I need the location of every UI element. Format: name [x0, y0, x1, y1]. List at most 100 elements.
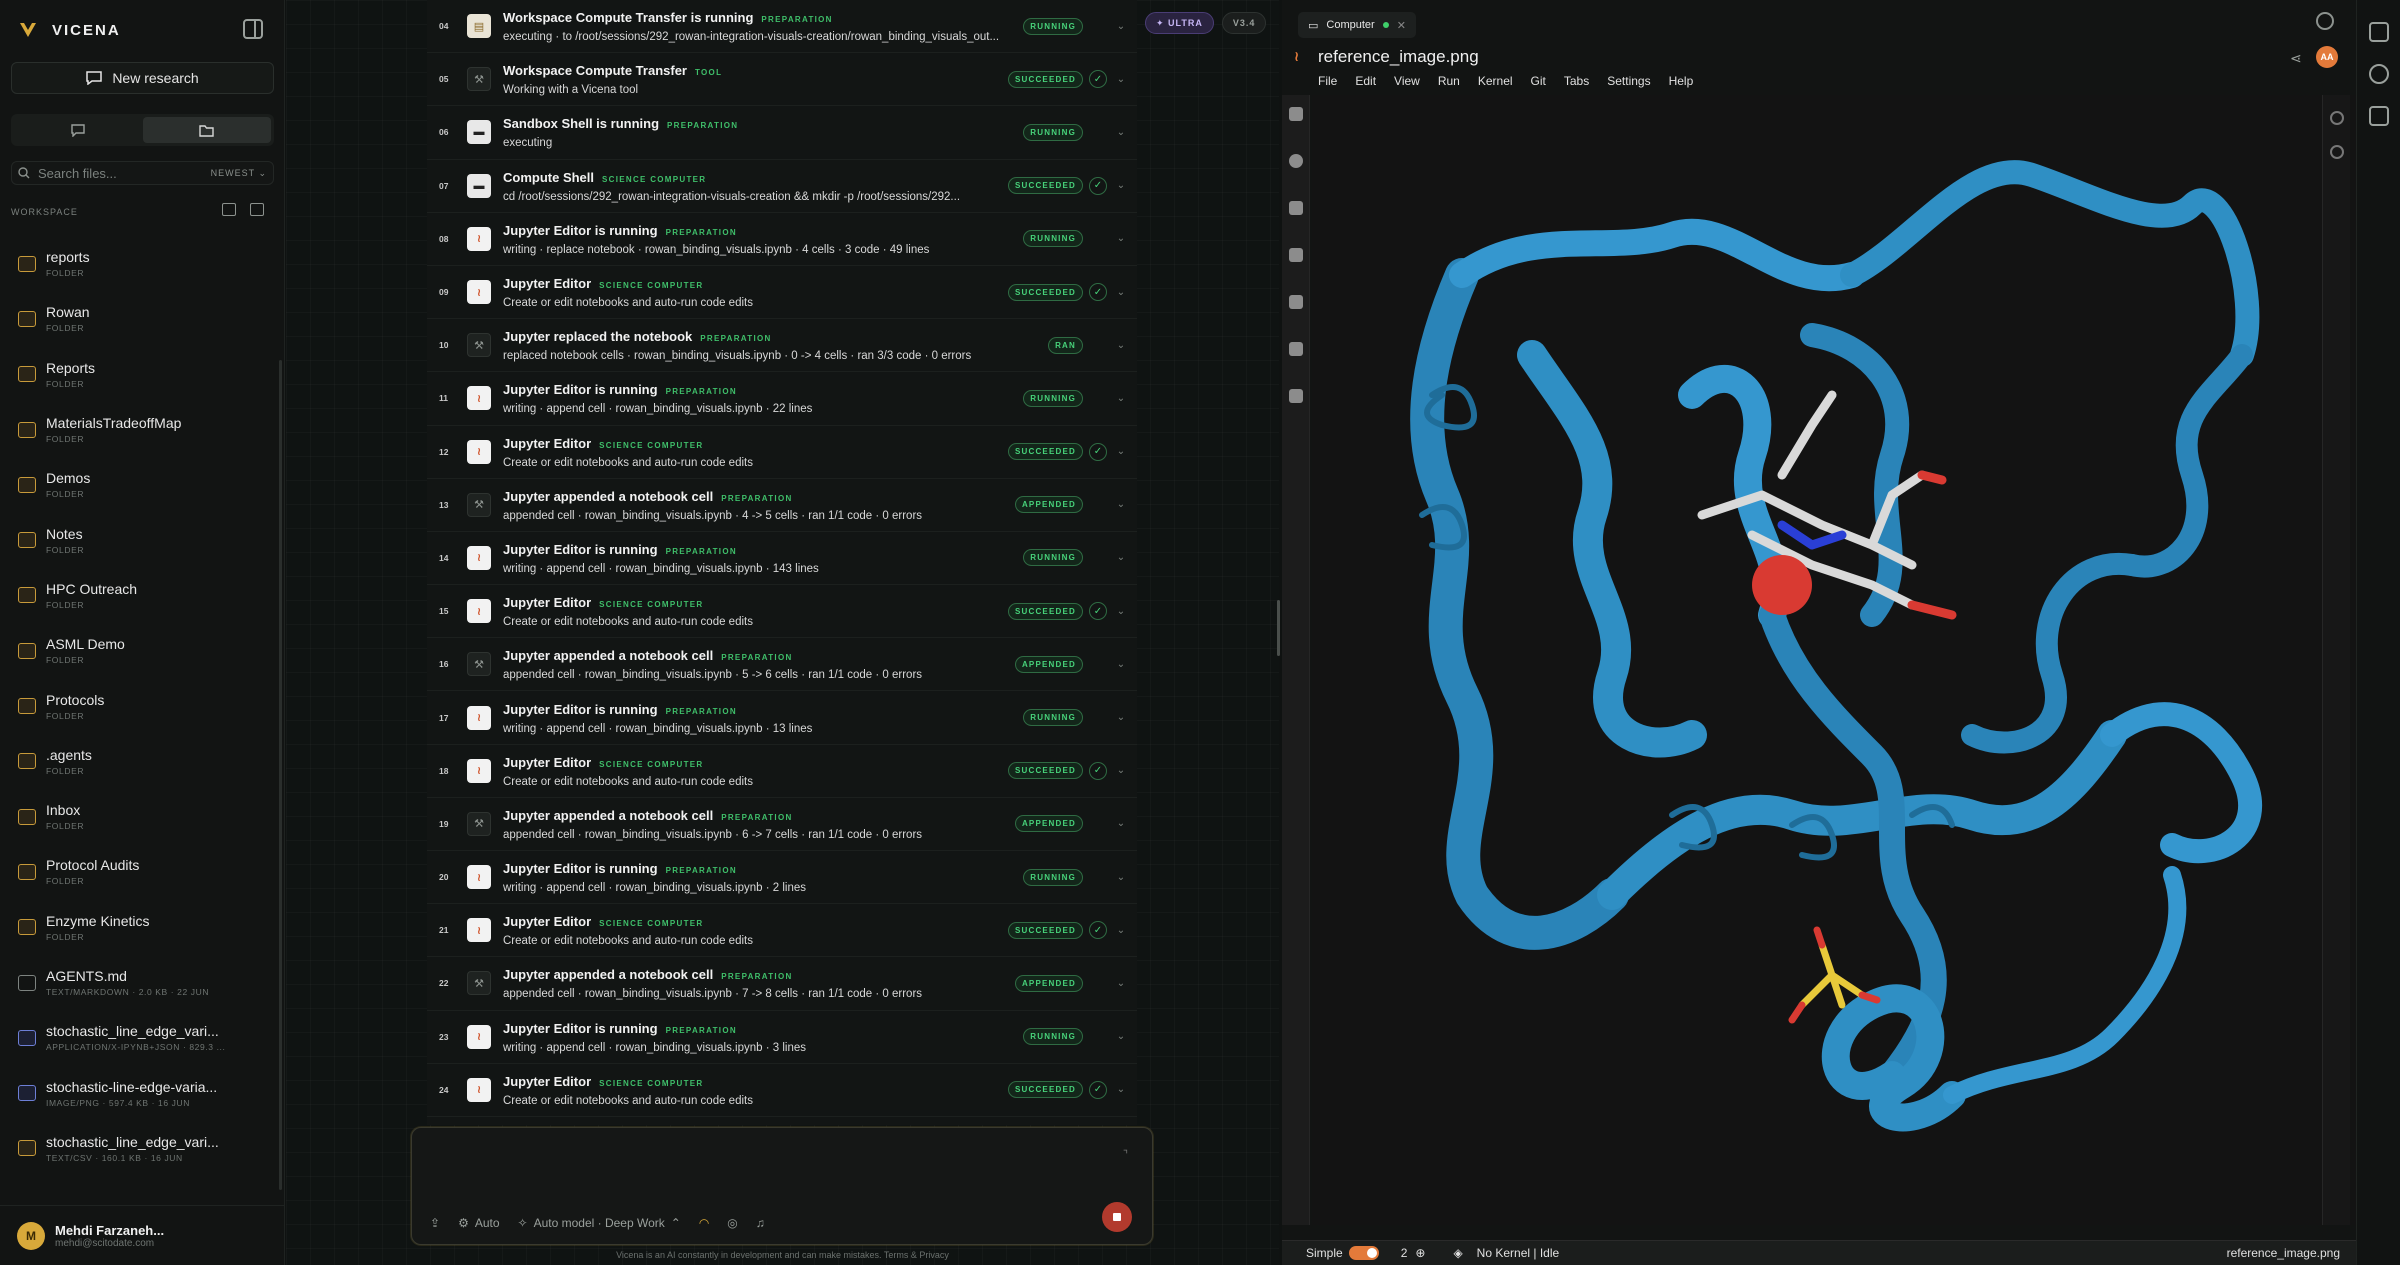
sort-dropdown[interactable]: NEWEST ⌄	[211, 168, 267, 179]
step-row[interactable]: 04 ▤ Workspace Compute Transfer is running…	[427, 0, 1137, 54]
bell-button[interactable]: ♫	[756, 1216, 765, 1230]
file-item[interactable]: reports FOLDER	[0, 236, 280, 291]
property-inspector-icon[interactable]	[2329, 111, 2344, 125]
chevron-down-icon[interactable]: ⌄	[1115, 446, 1127, 457]
power-icon[interactable]	[2316, 12, 2334, 30]
step-row[interactable]: 11 ≀ Jupyter Editor is running PREPARATION w…	[427, 372, 1137, 426]
ultra-badge[interactable]: ✦ ULTRA	[1145, 12, 1214, 34]
toc-icon[interactable]	[1288, 295, 1303, 309]
search-input[interactable]: Search files...	[38, 166, 117, 181]
file-item[interactable]: Enzyme Kinetics FOLDER	[0, 900, 280, 955]
collaborator-avatar[interactable]: AA	[2316, 46, 2338, 68]
new-folder-icon[interactable]	[222, 203, 236, 216]
step-row[interactable]: 12 ≀ Jupyter Editor SCIENCE COMPUTER Create …	[427, 426, 1137, 479]
chevron-down-icon[interactable]: ⌄	[1115, 74, 1127, 85]
step-row[interactable]: 14 ≀ Jupyter Editor is running PREPARATION w…	[427, 532, 1137, 586]
panel-toggle-icon[interactable]	[2368, 22, 2389, 42]
git-icon[interactable]	[1288, 201, 1303, 215]
chevron-down-icon[interactable]: ⌄	[1115, 499, 1127, 510]
chevron-down-icon[interactable]: ⌄	[1115, 287, 1127, 298]
file-item[interactable]: Rowan FOLDER	[0, 291, 280, 346]
step-row[interactable]: 06 ▬ Sandbox Shell is running PREPARATION ex…	[427, 106, 1137, 160]
step-row[interactable]: 05 ⚒ Workspace Compute Transfer TOOL Working…	[427, 53, 1137, 107]
step-row[interactable]: 22 ⚒ Jupyter appended a notebook cell PREPA…	[427, 957, 1137, 1011]
attach-button[interactable]: ⇪	[430, 1216, 440, 1230]
new-research-button[interactable]: New research	[11, 62, 274, 94]
settings-icon[interactable]	[2368, 64, 2389, 84]
file-item[interactable]: AGENTS.md TEXT/MARKDOWN · 2.0 KB · 22 JUN	[0, 955, 280, 1010]
chevron-down-icon[interactable]: ⌄	[1115, 765, 1127, 776]
user-profile[interactable]: M Mehdi Farzaneh... mehdi@scitodate.com	[0, 1205, 285, 1265]
chat-icon[interactable]	[1288, 389, 1303, 403]
step-row[interactable]: 15 ≀ Jupyter Editor SCIENCE COMPUTER Create …	[427, 585, 1137, 639]
step-row[interactable]: 16 ⚒ Jupyter appended a notebook cell PREPA…	[427, 638, 1137, 692]
step-row[interactable]: 08 ≀ Jupyter Editor is running PREPARATION w…	[427, 213, 1137, 266]
expand-icon[interactable]: ⌝	[1123, 1148, 1128, 1161]
chevron-down-icon[interactable]: ⌄	[1115, 606, 1127, 617]
running-icon[interactable]	[1288, 154, 1303, 168]
chevron-down-icon[interactable]: ⌄	[1115, 21, 1127, 32]
kernel-status[interactable]: No Kernel | Idle	[1477, 1246, 1560, 1260]
step-row[interactable]: 19 ⚒ Jupyter appended a notebook cell PREPA…	[427, 798, 1137, 851]
chevron-down-icon[interactable]: ⌄	[1115, 1084, 1127, 1095]
tab-chats[interactable]	[14, 117, 143, 143]
share-icon[interactable]: ⋖	[2290, 50, 2302, 67]
message-composer[interactable]: ⌝ ⇪ ⚙ Auto ✧ Auto model · Deep Work ⌃ ◠ ◎ ♫	[411, 1127, 1153, 1245]
file-item[interactable]: Protocol Audits FOLDER	[0, 844, 280, 899]
menu-item[interactable]: Git	[1531, 74, 1546, 88]
menu-item[interactable]: View	[1394, 74, 1420, 88]
stop-button[interactable]	[1102, 1202, 1132, 1232]
step-row[interactable]: 09 ≀ Jupyter Editor SCIENCE COMPUTER Create …	[427, 266, 1137, 320]
file-item[interactable]: stochastic-line-edge-varia... IMAGE/PNG ·…	[0, 1065, 280, 1120]
terminal-count[interactable]: 2	[1401, 1246, 1408, 1260]
file-search[interactable]: Search files... NEWEST ⌄	[11, 161, 274, 185]
simple-mode-toggle[interactable]	[1348, 1246, 1379, 1260]
brand[interactable]: VICENA	[18, 18, 121, 42]
chevron-down-icon[interactable]: ⌄	[1115, 340, 1127, 351]
step-row[interactable]: 13 ⚒ Jupyter appended a notebook cell PREPA…	[427, 479, 1137, 532]
file-item[interactable]: MaterialsTradeoffMap FOLDER	[0, 402, 280, 457]
file-item[interactable]: stochastic_line_edge_vari... TEXT/CSV · 1…	[0, 1121, 280, 1176]
chevron-down-icon[interactable]: ⌄	[1115, 712, 1127, 723]
menu-item[interactable]: Tabs	[1564, 74, 1589, 88]
model-selector[interactable]: ✧ Auto model · Deep Work ⌃	[518, 1216, 681, 1230]
computer-icon[interactable]	[2368, 106, 2389, 126]
file-item[interactable]: Reports FOLDER	[0, 347, 280, 402]
menu-item[interactable]: Run	[1438, 74, 1460, 88]
file-item[interactable]: Demos FOLDER	[0, 457, 280, 512]
panel-resize-handle[interactable]	[1277, 600, 1280, 656]
menu-item[interactable]: Edit	[1355, 74, 1376, 88]
file-item[interactable]: .agents FOLDER	[0, 734, 280, 789]
step-row[interactable]: 21 ≀ Jupyter Editor SCIENCE COMPUTER Create …	[427, 904, 1137, 958]
chevron-down-icon[interactable]: ⌄	[1115, 393, 1127, 404]
sidebar-scrollbar[interactable]	[279, 360, 282, 1190]
chevron-down-icon[interactable]: ⌄	[1115, 978, 1127, 989]
compass-button[interactable]: ◎	[727, 1216, 737, 1230]
version-badge[interactable]: V3.4	[1221, 12, 1267, 34]
chevron-down-icon[interactable]: ⌄	[1115, 925, 1127, 936]
menu-item[interactable]: Settings	[1607, 74, 1650, 88]
step-row[interactable]: 23 ≀ Jupyter Editor is running PREPARATION w…	[427, 1011, 1137, 1064]
step-row[interactable]: 18 ≀ Jupyter Editor SCIENCE COMPUTER Create …	[427, 745, 1137, 798]
file-item[interactable]: Protocols FOLDER	[0, 678, 280, 733]
menu-item[interactable]: File	[1318, 74, 1337, 88]
file-item[interactable]: Notes FOLDER	[0, 512, 280, 567]
headset-button[interactable]: ◠	[699, 1216, 709, 1230]
file-item[interactable]: ASML Demo FOLDER	[0, 623, 280, 678]
git-status-icon[interactable]: ◈	[1453, 1246, 1462, 1260]
mode-selector[interactable]: ⚙ Auto	[458, 1216, 499, 1230]
file-item[interactable]: HPC Outreach FOLDER	[0, 568, 280, 623]
chevron-down-icon[interactable]: ⌄	[1115, 233, 1127, 244]
step-row[interactable]: 17 ≀ Jupyter Editor is running PREPARATION w…	[427, 691, 1137, 745]
menu-item[interactable]: Kernel	[1478, 74, 1513, 88]
file-item[interactable]: stochastic_line_edge_vari... APPLICATION/…	[0, 1010, 280, 1065]
chevron-down-icon[interactable]: ⌄	[1115, 127, 1127, 138]
collapse-sidebar-icon[interactable]	[243, 19, 263, 39]
step-row[interactable]: 10 ⚒ Jupyter replaced the notebook PREPARAT…	[427, 319, 1137, 373]
tab-files[interactable]	[142, 117, 271, 143]
collaborators-icon[interactable]	[1288, 248, 1303, 262]
extension-icon[interactable]	[1288, 342, 1303, 356]
chevron-down-icon[interactable]: ⌄	[1115, 872, 1127, 883]
step-row[interactable]: 20 ≀ Jupyter Editor is running PREPARATION w…	[427, 851, 1137, 905]
step-row[interactable]: 07 ▬ Compute Shell SCIENCE COMPUTER cd /root…	[427, 160, 1137, 213]
